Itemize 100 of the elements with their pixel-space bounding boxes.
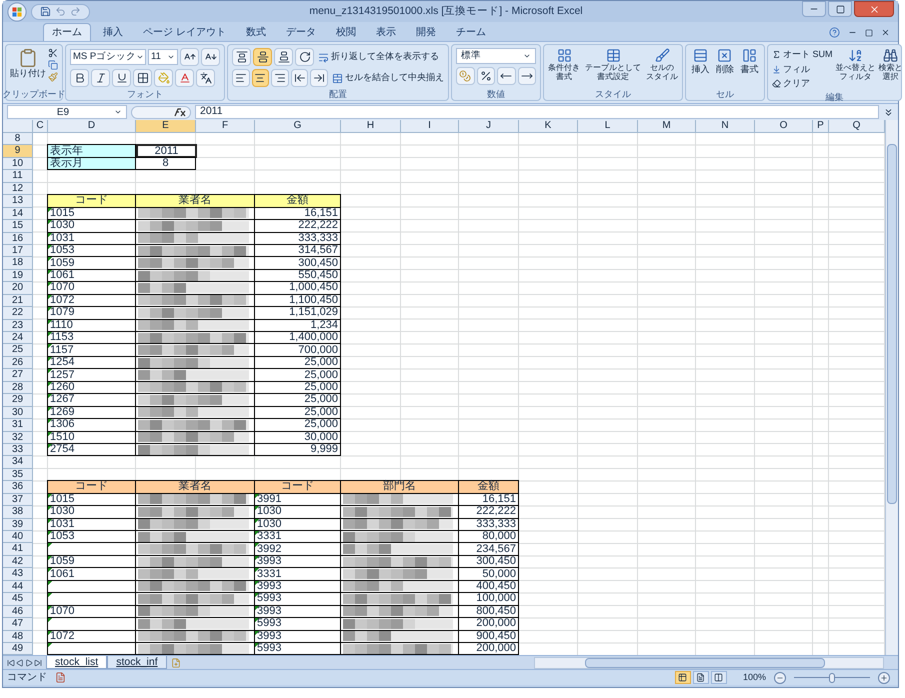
- row-header[interactable]: 39: [3, 518, 33, 531]
- font-name-field[interactable]: MS Pゴシック: [70, 49, 146, 65]
- ribbon-tab[interactable]: ページ レイアウト: [135, 23, 234, 41]
- cut-icon[interactable]: [48, 48, 58, 58]
- row-header[interactable]: 47: [3, 618, 33, 630]
- zoom-slider[interactable]: [794, 672, 870, 684]
- column-header[interactable]: C: [33, 120, 48, 132]
- column-header[interactable]: N: [696, 120, 755, 132]
- zoom-out-button[interactable]: [774, 672, 786, 684]
- row-header[interactable]: 14: [3, 208, 33, 220]
- row-header[interactable]: 26: [3, 356, 33, 370]
- input-cell[interactable]: 8: [135, 156, 196, 170]
- row-header[interactable]: 13: [3, 195, 33, 208]
- shrink-font-button[interactable]: [201, 48, 220, 66]
- function-icon[interactable]: [131, 106, 191, 118]
- help-icon[interactable]: [829, 27, 840, 38]
- macro-record-icon[interactable]: [55, 672, 66, 684]
- column-header[interactable]: M: [638, 120, 696, 132]
- italic-button[interactable]: [91, 69, 110, 87]
- row-header[interactable]: 24: [3, 332, 33, 344]
- style-button[interactable]: テーブルとして 書式設定: [585, 48, 641, 81]
- ribbon-tab[interactable]: チーム: [448, 23, 494, 41]
- paste-button[interactable]: 貼り付け: [10, 48, 46, 82]
- ribbon-tab[interactable]: データ: [278, 23, 324, 41]
- row-header[interactable]: 23: [3, 320, 33, 332]
- font-color-button[interactable]: [175, 69, 194, 87]
- borders-button[interactable]: [133, 69, 152, 87]
- row-header[interactable]: 31: [3, 419, 33, 432]
- vertical-align-button[interactable]: [253, 48, 272, 66]
- style-button[interactable]: 条件付き 書式: [548, 48, 580, 81]
- font-size-field[interactable]: 11: [148, 49, 178, 65]
- row-header[interactable]: 45: [3, 593, 33, 606]
- maximize-button[interactable]: [828, 1, 852, 17]
- last-sheet-icon[interactable]: [34, 658, 42, 667]
- save-icon[interactable]: [40, 6, 51, 17]
- close-button[interactable]: [854, 1, 894, 17]
- row-header[interactable]: 29: [3, 394, 33, 407]
- style-button[interactable]: セルの スタイル: [646, 48, 678, 81]
- ribbon-tab[interactable]: 数式: [238, 23, 274, 41]
- row-header[interactable]: 20: [3, 282, 33, 295]
- column-header[interactable]: H: [341, 120, 401, 132]
- number-format-field[interactable]: 標準: [456, 48, 536, 64]
- row-header[interactable]: 32: [3, 432, 33, 444]
- grow-font-button[interactable]: [180, 48, 199, 66]
- merge-center-button[interactable]: セルを結合して中央揃え: [332, 71, 444, 85]
- row-header[interactable]: 38: [3, 506, 33, 519]
- row-header[interactable]: 30: [3, 406, 33, 420]
- row-header[interactable]: 35: [3, 468, 33, 482]
- horizontal-align-button[interactable]: [252, 69, 270, 87]
- row-header[interactable]: 46: [3, 606, 33, 618]
- copy-icon[interactable]: [48, 60, 58, 70]
- ribbon-tab[interactable]: ホーム: [43, 23, 91, 41]
- zoom-in-button[interactable]: [878, 672, 890, 684]
- row-header[interactable]: 15: [3, 220, 33, 232]
- row-header[interactable]: 10: [3, 158, 33, 170]
- clear-button[interactable]: クリア: [772, 77, 832, 90]
- orientation-button[interactable]: [295, 48, 314, 66]
- scroll-thumb[interactable]: [585, 658, 825, 668]
- sort-filter-button[interactable]: 並べ替えと フィルタ: [836, 48, 876, 90]
- zoom-thumb[interactable]: [829, 672, 835, 683]
- row-header[interactable]: 11: [3, 170, 33, 183]
- row-header[interactable]: 36: [3, 481, 33, 494]
- office-logo-icon[interactable]: [7, 2, 27, 22]
- row-header[interactable]: 42: [3, 556, 33, 568]
- ribbon-tab[interactable]: 挿入: [95, 23, 131, 41]
- bold-button[interactable]: [70, 69, 89, 87]
- percent-button[interactable]: [476, 67, 495, 85]
- row-header[interactable]: 25: [3, 344, 33, 357]
- restore-icon[interactable]: [865, 28, 873, 36]
- ribbon-tab[interactable]: 開発: [408, 23, 444, 41]
- row-header[interactable]: 34: [3, 456, 33, 469]
- autosum-button[interactable]: オート SUM: [772, 48, 832, 62]
- cells-button[interactable]: 挿入: [691, 48, 710, 76]
- column-header[interactable]: F: [196, 120, 255, 132]
- column-header[interactable]: G: [255, 120, 341, 132]
- decrease-indent-button[interactable]: [290, 69, 308, 87]
- expand-icon[interactable]: [883, 106, 894, 118]
- input-cell[interactable]: 2011: [136, 144, 197, 158]
- row-header[interactable]: 19: [3, 270, 33, 282]
- find-select-button[interactable]: 検索と 選択: [878, 48, 902, 90]
- first-sheet-icon[interactable]: [7, 658, 15, 667]
- row-header[interactable]: 8: [3, 133, 33, 146]
- column-header[interactable]: I: [401, 120, 459, 132]
- horizontal-align-button[interactable]: [271, 69, 289, 87]
- row-header[interactable]: 41: [3, 543, 33, 556]
- decrease-decimal-button[interactable]: [518, 67, 536, 85]
- row-header[interactable]: 27: [3, 369, 33, 382]
- row-header[interactable]: 44: [3, 580, 33, 594]
- horizontal-align-button[interactable]: [232, 69, 250, 87]
- row-header[interactable]: 17: [3, 244, 33, 258]
- cells-button[interactable]: 書式: [740, 48, 759, 76]
- row-header[interactable]: 16: [3, 232, 33, 245]
- row-header[interactable]: 9: [3, 145, 33, 158]
- row-header[interactable]: 40: [3, 531, 33, 544]
- sheet-tab[interactable]: stock_inf: [107, 656, 167, 670]
- underline-button[interactable]: [112, 69, 131, 87]
- column-header[interactable]: P: [813, 120, 829, 132]
- column-header[interactable]: L: [578, 120, 638, 132]
- wrap-text-button[interactable]: 折り返して全体を表示する: [318, 50, 439, 64]
- row-header[interactable]: 21: [3, 294, 33, 308]
